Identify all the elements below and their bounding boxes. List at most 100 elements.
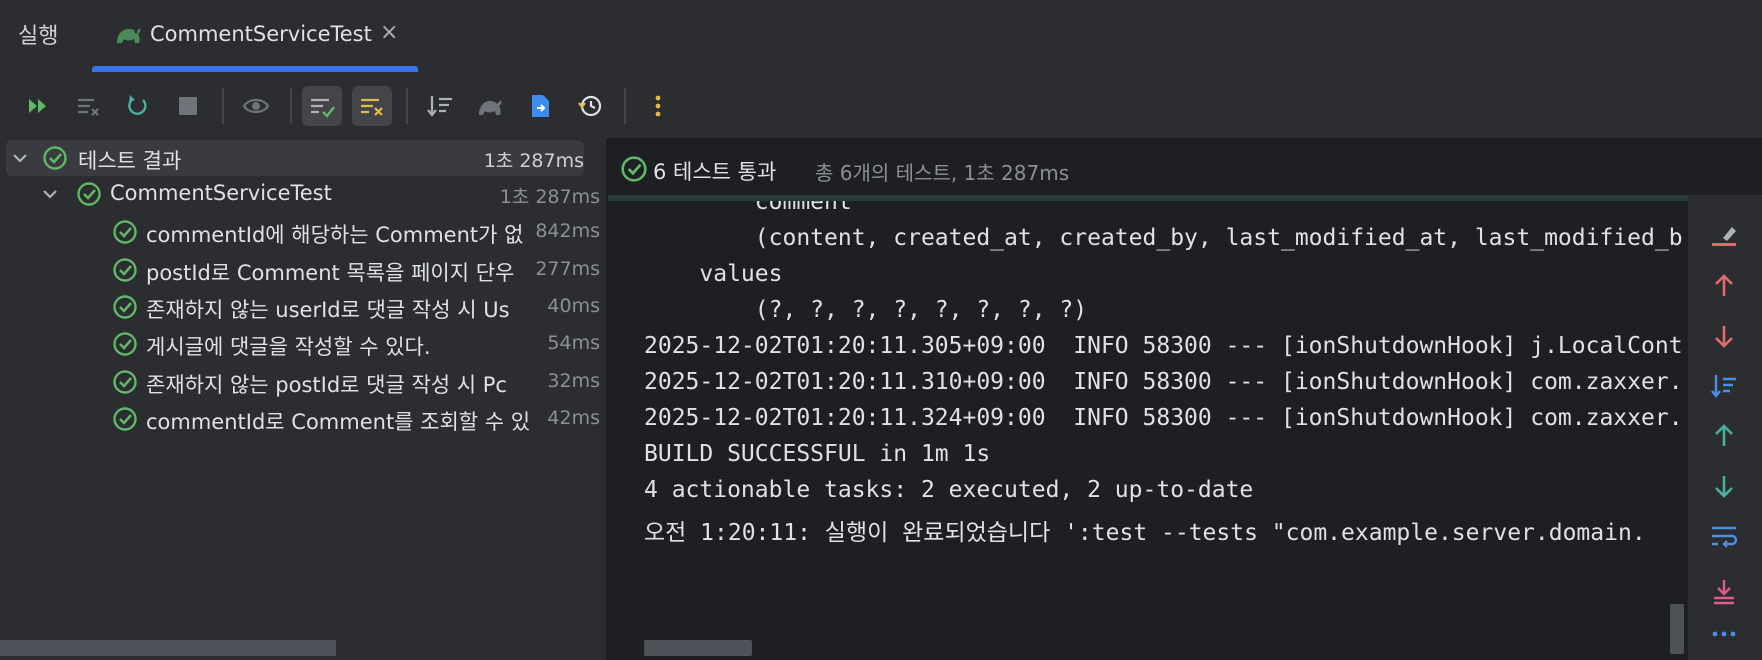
more-button[interactable]: [1706, 616, 1742, 652]
rerun-icon: [128, 95, 147, 115]
pass-check-icon: [77, 182, 101, 206]
test-tree: 테스트 결과 1초 287ms CommentServiceTest 1초 28…: [0, 138, 606, 660]
sort-console-button[interactable]: [1706, 368, 1742, 404]
console-line: (content, created_at, created_by, last_m…: [644, 225, 1683, 251]
test-time: 842ms: [535, 220, 600, 242]
clear-console-icon: [1712, 227, 1736, 246]
rerun-button[interactable]: [118, 86, 158, 126]
pass-check-icon: [621, 156, 647, 182]
chevron-down-icon[interactable]: [10, 148, 30, 168]
pass-check-icon: [43, 146, 67, 170]
gradle-icon: [117, 28, 141, 43]
test-label: postId로 Comment 목록을 페이지 단우: [146, 261, 515, 285]
test-time: 277ms: [535, 258, 600, 280]
sort-blue-icon: [1711, 375, 1736, 398]
console-line: 4 actionable tasks: 2 executed, 2 up-to-…: [644, 477, 1254, 503]
chevron-down-icon[interactable]: [40, 184, 60, 204]
scroll-to-end-icon: [1714, 580, 1734, 605]
pass-check-icon: [113, 407, 137, 431]
tree-root-time: 1초 287ms: [483, 150, 584, 172]
tree-horizontal-scrollbar[interactable]: [0, 640, 336, 656]
console-line: 오전 1:20:11: 실행이 완료되었습니다 ':test --tests "…: [644, 520, 1646, 546]
test-row[interactable]: commentId로 Comment를 조회할 수 있 42ms: [0, 401, 606, 437]
sort-icon: [427, 96, 452, 117]
toolbar-separator: [624, 88, 626, 124]
next-occurrence-button[interactable]: [1706, 318, 1742, 354]
soft-wrap-icon: [1712, 526, 1738, 548]
more-button[interactable]: [638, 86, 678, 126]
test-label: commentId에 해당하는 Comment가 없: [146, 223, 524, 247]
tree-suite-row[interactable]: CommentServiceTest 1초 287ms: [0, 176, 606, 212]
show-passed-icon: [311, 98, 335, 118]
test-row[interactable]: commentId에 해당하는 Comment가 없 842ms: [0, 214, 606, 250]
rerun-failed-icon: [29, 99, 46, 113]
show-button[interactable]: [236, 86, 276, 126]
test-time: 32ms: [547, 370, 600, 392]
test-label: commentId로 Comment를 조회할 수 있: [146, 410, 531, 434]
arrow-up-red-icon: [1715, 274, 1733, 296]
console-horizontal-scrollbar[interactable]: [644, 640, 752, 656]
stop-button[interactable]: [168, 86, 208, 126]
console-vertical-scrollbar[interactable]: [1670, 604, 1684, 654]
tab-label[interactable]: CommentServiceTest: [150, 22, 372, 46]
export-button[interactable]: [520, 86, 560, 126]
show-passed-toggle[interactable]: [302, 86, 342, 126]
clear-button[interactable]: [68, 86, 108, 126]
export-icon: [532, 95, 549, 117]
show-ignored-toggle[interactable]: [352, 86, 392, 126]
pass-check-icon: [113, 258, 137, 282]
soft-wrap-button[interactable]: [1706, 518, 1742, 554]
console-line: 2025-12-02T01:20:11.324+09:00 INFO 58300…: [644, 405, 1683, 431]
pass-check-icon: [113, 220, 137, 244]
tab-close-icon[interactable]: ×: [380, 20, 398, 45]
more-icon: [655, 95, 661, 117]
sort-button[interactable]: [420, 86, 460, 126]
clear-icon: [78, 98, 99, 116]
status-total: 총 6개의 테스트, 1초 287ms: [815, 161, 1070, 185]
tree-root-label: 테스트 결과: [78, 149, 182, 173]
tree-suite-time: 1초 287ms: [499, 186, 600, 208]
stop-icon: [179, 97, 197, 115]
gradle-icon: [479, 100, 502, 115]
scroll-up-button[interactable]: [1706, 418, 1742, 454]
clear-console-button[interactable]: [1706, 218, 1742, 254]
previous-occurrence-button[interactable]: [1706, 268, 1742, 304]
pass-check-icon: [113, 370, 137, 394]
console-line: 2025-12-02T01:20:11.310+09:00 INFO 58300…: [644, 369, 1683, 395]
history-button[interactable]: [570, 86, 610, 126]
show-ignored-icon: [361, 98, 383, 116]
test-time: 54ms: [547, 332, 600, 354]
scroll-down-button[interactable]: [1706, 468, 1742, 504]
test-label: 존재하지 않는 userId로 댓글 작성 시 Us: [146, 298, 510, 322]
more-icon: [1712, 631, 1736, 637]
arrow-down-red-icon: [1715, 326, 1733, 348]
console-line: BUILD SUCCESSFUL in 1m 1s: [644, 441, 991, 467]
test-row[interactable]: 존재하지 않는 userId로 댓글 작성 시 Us 40ms: [0, 289, 606, 325]
test-label: 게시글에 댓글을 작성할 수 있다.: [146, 335, 431, 359]
history-icon: [578, 95, 602, 117]
test-label: 존재하지 않는 postId로 댓글 작성 시 Pc: [146, 373, 507, 397]
console-output[interactable]: comment (content, created_at, created_by…: [608, 201, 1688, 631]
tree-suite-label: CommentServiceTest: [110, 181, 332, 205]
run-toolbar: [0, 72, 1762, 139]
console-line: values: [644, 261, 783, 287]
toolbar-separator: [222, 88, 224, 124]
console-line: (?, ?, ?, ?, ?, ?, ?, ?): [644, 297, 1088, 323]
status-passed: 6 테스트 통과: [653, 160, 777, 184]
toolbar-separator: [406, 88, 408, 124]
scroll-to-end-button[interactable]: [1706, 574, 1742, 610]
test-row[interactable]: 존재하지 않는 postId로 댓글 작성 시 Pc 32ms: [0, 364, 606, 400]
test-row[interactable]: postId로 Comment 목록을 페이지 단우 277ms: [0, 252, 606, 288]
test-time: 42ms: [547, 407, 600, 429]
pass-check-icon: [113, 295, 137, 319]
console-line: 2025-12-02T01:20:11.305+09:00 INFO 58300…: [644, 333, 1683, 359]
gradle-button[interactable]: [470, 86, 510, 126]
test-time: 40ms: [547, 295, 600, 317]
console-line: comment: [644, 201, 852, 215]
test-row[interactable]: 게시글에 댓글을 작성할 수 있다. 54ms: [0, 326, 606, 362]
eye-icon: [242, 98, 270, 114]
rerun-failed-button[interactable]: [18, 86, 58, 126]
arrow-up-icon: [1715, 424, 1733, 446]
tree-root-row[interactable]: 테스트 결과 1초 287ms: [6, 140, 584, 176]
run-label[interactable]: 실행: [18, 18, 58, 50]
